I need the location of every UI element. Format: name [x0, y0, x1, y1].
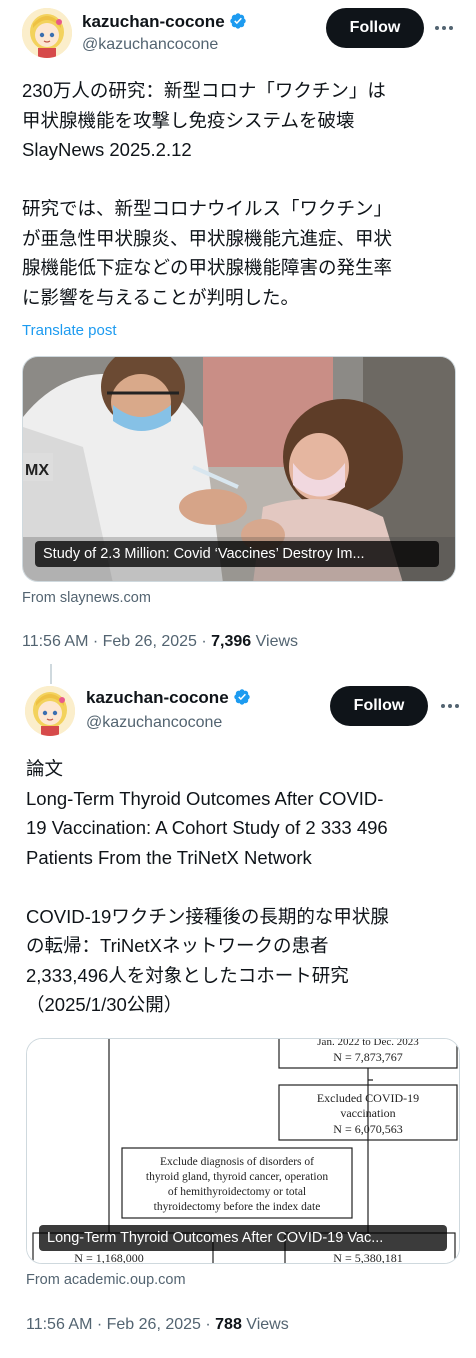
flow-text: Jan. 2022 to Dec. 2023 — [317, 1039, 419, 1048]
text-line: が亜急性甲状腺炎、甲状腺機能亢進症、甲状 — [22, 227, 393, 249]
more-icon[interactable] — [438, 694, 462, 718]
verified-badge-icon — [229, 13, 246, 29]
flow-text: Excluded COVID-19 — [317, 1091, 419, 1105]
card-source[interactable]: From academic.oup.com — [26, 1272, 186, 1288]
flow-text: N = 7,873,767 — [333, 1050, 402, 1064]
card-title: Long-Term Thyroid Outcomes After COVID-1… — [39, 1225, 447, 1251]
text-line: COVID-19ワクチン接種後の長期的な甲状腺 — [26, 905, 389, 927]
views-count: 7,396 — [211, 633, 252, 650]
text-line: Long-Term Thyroid Outcomes After COVID- — [26, 787, 384, 809]
avatar[interactable] — [25, 686, 75, 736]
flow-text: of hemithyroidectomy or total — [168, 1186, 306, 1198]
post-2: kazuchan-cocone @kazuchancocone Follow 論… — [0, 680, 476, 1358]
avatar[interactable] — [22, 8, 72, 58]
text-line: の転帰：TriNetXネットワークの患者 — [26, 935, 329, 956]
post-meta: 11:56 AM · Feb 26, 2025 · 788 Views — [26, 1316, 289, 1334]
handle[interactable]: @kazuchancocone — [86, 714, 222, 732]
text-line — [22, 165, 462, 195]
card-source[interactable]: From slaynews.com — [22, 590, 151, 606]
display-name[interactable]: kazuchan-cocone — [86, 688, 251, 708]
post-text: 論文 Long-Term Thyroid Outcomes After COVI… — [26, 754, 466, 1020]
text-line: 甲状腺機能を攻撃し免疫システムを破壊 — [22, 109, 355, 131]
flow-text: N = 6,070,563 — [333, 1122, 402, 1136]
flow-text: N = 5,380,181 — [333, 1251, 402, 1264]
views-label: Views — [251, 633, 299, 650]
post-meta: 11:56 AM · Feb 26, 2025 · 7,396 Views — [22, 633, 298, 651]
text-line: （2025/1/30公開） — [26, 994, 183, 1015]
text-line — [26, 872, 466, 902]
flow-text: N = 1,168,000 — [74, 1251, 143, 1264]
timestamp[interactable]: 11:56 AM · Feb 26, 2025 · — [22, 633, 211, 650]
follow-button[interactable]: Follow — [326, 8, 424, 48]
flow-text: thyroid gland, thyroid cancer, operation — [146, 1171, 328, 1183]
post-text: 230万人の研究：新型コロナ「ワクチン」は 甲状腺機能を攻撃し免疫システムを破壊… — [22, 76, 462, 312]
post-1: kazuchan-cocone @kazuchancocone Follow 2… — [0, 0, 476, 672]
more-icon[interactable] — [432, 16, 456, 40]
link-card[interactable]: MX Study of 2.3 Million: Covid ‘Vaccines… — [22, 356, 456, 582]
views-label: Views — [241, 1316, 289, 1333]
text-line: Patients From the TriNetX Network — [26, 846, 312, 868]
translate-post-link[interactable]: Translate post — [22, 322, 117, 339]
timestamp[interactable]: 11:56 AM · Feb 26, 2025 · — [26, 1316, 215, 1333]
handle[interactable]: @kazuchancocone — [82, 36, 218, 54]
verified-badge-icon — [233, 689, 250, 705]
text-line: 腺機能低下症などの甲状腺機能障害の発生率 — [22, 257, 393, 278]
text-line: 研究では、新型コロナウイルス「ワクチン」 — [22, 198, 393, 219]
flow-text: Exclude diagnosis of disorders of — [160, 1156, 314, 1168]
follow-button[interactable]: Follow — [330, 686, 428, 726]
text-line: 230万人の研究：新型コロナ「ワクチン」は — [22, 80, 386, 101]
text-line: 19 Vaccination: A Cohort Study of 2 333 … — [26, 817, 388, 838]
flow-text: vaccination — [340, 1106, 395, 1120]
link-card[interactable]: Jan. 2022 to Dec. 2023 N = 7,873,767 Exc… — [26, 1038, 460, 1264]
card-title: Study of 2.3 Million: Covid ‘Vaccines’ D… — [35, 541, 439, 567]
text-line: に影響を与えることが判明した。 — [22, 286, 299, 308]
card-badge: MX — [25, 462, 49, 479]
display-name[interactable]: kazuchan-cocone — [82, 12, 247, 32]
text-line: SlayNews 2025.2.12 — [22, 139, 192, 160]
flow-text: thyroidectomy before the index date — [154, 1201, 321, 1213]
text-line: 論文 — [26, 758, 64, 779]
views-count: 788 — [215, 1316, 242, 1333]
text-line: 2,333,496人を対象としたコホート研究 — [26, 964, 349, 986]
